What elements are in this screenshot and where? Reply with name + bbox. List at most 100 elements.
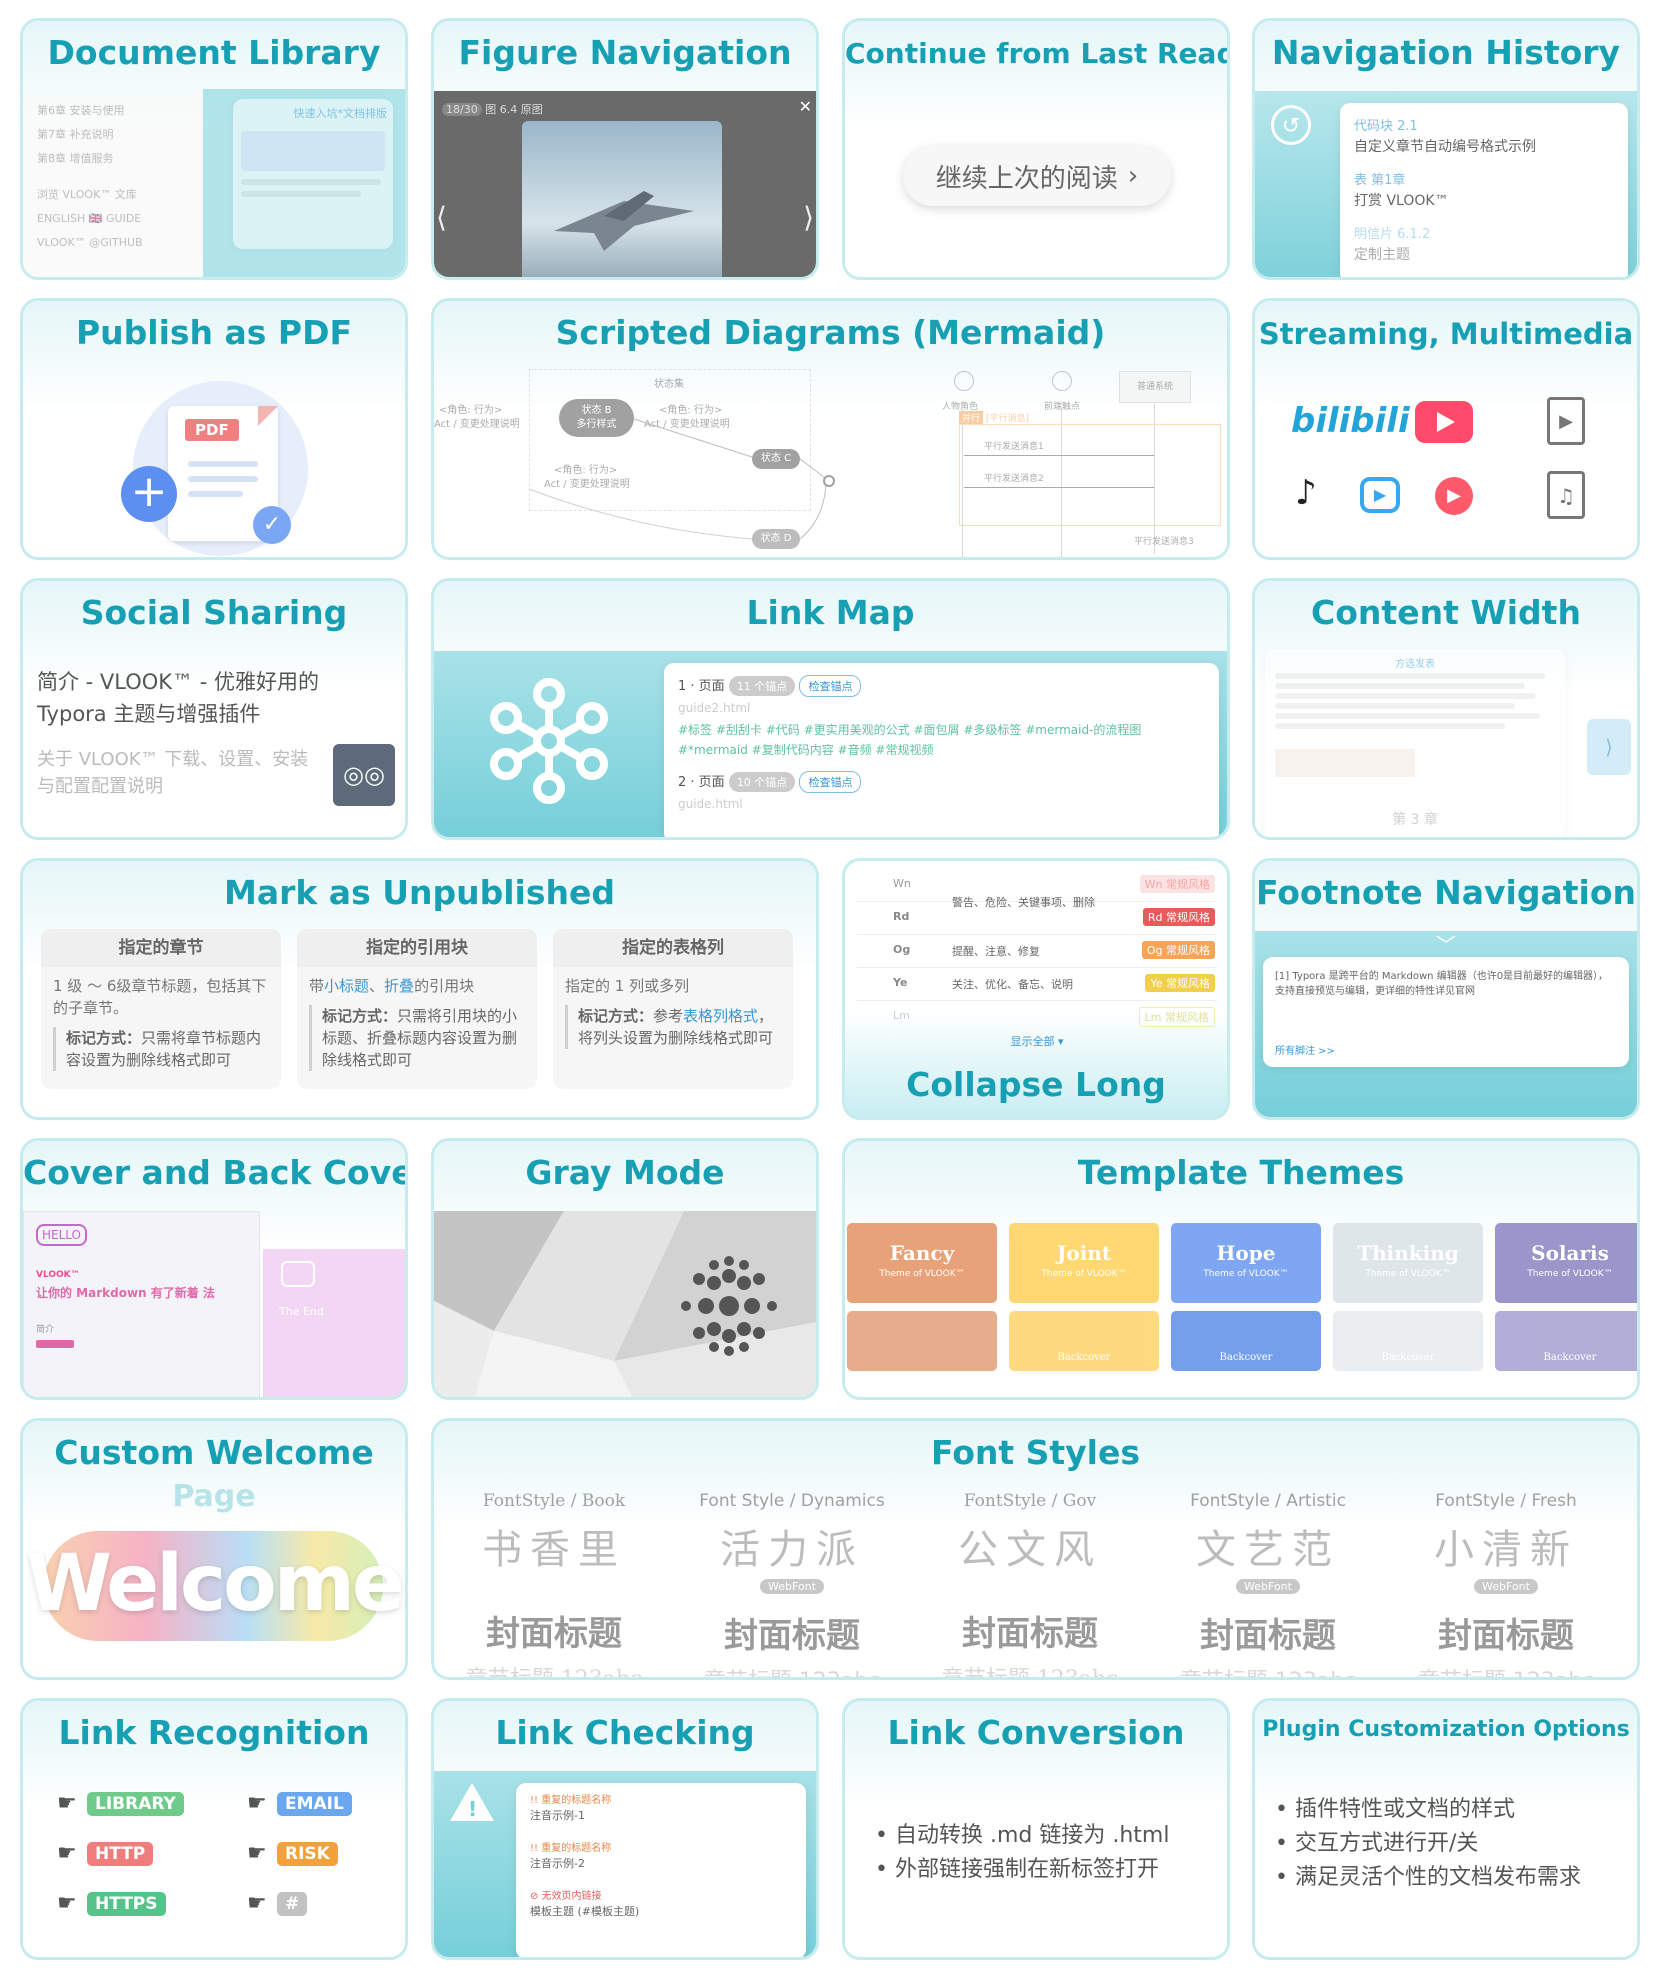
cover-brand: VLOOK™ xyxy=(36,1270,80,1280)
library-link[interactable]: 浏览 VLOOK™ 文库 xyxy=(37,183,143,207)
pointer-icon: ☛ xyxy=(57,1791,77,1816)
show-all-button[interactable]: 显示全部 ▾ xyxy=(857,1033,1217,1049)
font-style-sample: 小清新 xyxy=(1434,1527,1578,1573)
history-panel: 代码块 2.1 自定义章节自动编号格式示例 表 第1章 打赏 VLOOK™ 明信… xyxy=(1340,103,1628,277)
theme-cover[interactable]: Fancy Theme of VLOOK™ xyxy=(847,1223,997,1303)
link-type-badge[interactable]: ☛ HTTPS xyxy=(57,1891,166,1917)
issue-target[interactable]: 注音示例-2 xyxy=(530,1856,792,1871)
check-anchors-button[interactable]: 检查锚点 xyxy=(799,675,862,697)
link-type-badge[interactable]: ☛ # xyxy=(247,1891,308,1917)
cover-title-sample: 封面标题 xyxy=(962,1614,1098,1654)
tag-line[interactable]: #*mermaid #复制代码内容 #音频 #常规视频 xyxy=(678,741,933,758)
card-template-themes: Template Themes Fancy Theme of VLOOK™ Join… xyxy=(842,1138,1640,1400)
width-toggle-button[interactable]: ⟩ xyxy=(1587,719,1631,775)
history-icon[interactable]: ↺ xyxy=(1271,105,1311,145)
parallel-note: [平行消息] xyxy=(986,414,1030,424)
font-style-sample: 公文风 xyxy=(958,1527,1102,1573)
theme-name: Hope xyxy=(1216,1241,1276,1265)
toc-item[interactable]: 第8章 增值服务 xyxy=(37,147,143,171)
back-cover-page: The End xyxy=(263,1249,405,1397)
column-text: 带小标题、折叠的引用块 xyxy=(309,977,475,995)
theme-back-cover[interactable]: Backcover xyxy=(1333,1311,1483,1371)
link-type-badge[interactable]: ☛ EMAIL xyxy=(247,1791,352,1817)
chevron-left-icon[interactable]: ⟨ xyxy=(436,201,447,234)
tag-line[interactable]: #标签 #刮刮卡 #代码 #更实用美观的公式 #面包屑 #多级标签 #merma… xyxy=(678,721,1141,738)
font-style-name: Font Style / Dynamics xyxy=(699,1491,885,1511)
close-icon[interactable]: ✕ xyxy=(799,97,812,116)
actor-label: 前端触点 xyxy=(1044,402,1081,412)
card-title: Scripted Diagrams (Mermaid) xyxy=(555,313,1106,352)
bullet-item: • 外部链接强制在新标签打开 xyxy=(875,1857,1159,1882)
card-streaming: Streaming, Multimedia bilibili ▶ ♪ ▶ ▶ ♫ xyxy=(1252,298,1640,560)
card-title: Mark as Unpublished xyxy=(223,873,615,912)
bilibili-icon: bilibili xyxy=(1291,401,1410,441)
link-type-badge[interactable]: ☛ HTTP xyxy=(57,1841,154,1867)
issue-target[interactable]: 模板主题 (#模板主题) xyxy=(530,1904,792,1919)
card-collapse-long: Wn Wn 常规风格 Rd 警告、危险、关键事项、删除 Rd 常规风格 Og 提… xyxy=(842,858,1230,1120)
github-link[interactable]: VLOOK™ @GITHUB xyxy=(37,231,143,255)
message-label: 平行发送消息2 xyxy=(984,474,1044,484)
collapse-row: Ye 关注、优化、备忘、说明 Ye 常规风格 xyxy=(857,968,1217,1001)
theme-subtitle: Theme of VLOOK™ xyxy=(879,1269,965,1279)
footnote-text: [1] Typora 是跨平台的 Markdown 编辑器（也许0是目前最好的编… xyxy=(1275,971,1609,997)
actor-icon xyxy=(1052,371,1072,391)
bullet-item: • 交互方式进行开/关 xyxy=(1275,1831,1479,1856)
history-item-text[interactable]: 打赏 VLOOK™ xyxy=(1354,191,1614,211)
inline-link[interactable]: 折叠 xyxy=(384,977,414,995)
jet-image xyxy=(554,191,694,251)
card-footnote: Footnote Navigation ﹀ [1] Typora 是跨平台的 M… xyxy=(1252,858,1640,1120)
all-footnotes-link[interactable]: 所有脚注 >> xyxy=(1275,1042,1335,1057)
cover-title-sample: 封面标题 xyxy=(1200,1616,1336,1656)
theme-back-cover[interactable]: Backcover xyxy=(1009,1311,1159,1371)
issue-flag: !! 重复的标题名称 xyxy=(530,1843,612,1854)
card-title: Social Sharing xyxy=(80,593,348,632)
card-navigation-history: Navigation History ↺ 代码块 2.1 自定义章节自动编号格式… xyxy=(1252,18,1640,280)
theme-cover[interactable]: Hope Theme of VLOOK™ xyxy=(1171,1223,1321,1303)
column-quote: 标记方式：只需将章节标题内容设置为删除线格式即可 xyxy=(53,1027,269,1071)
link-type-badge[interactable]: ☛ LIBRARY xyxy=(57,1791,184,1817)
cover-title-sample: 封面标题 xyxy=(486,1614,622,1654)
chevron-right-icon[interactable]: ⟩ xyxy=(803,201,814,234)
issue-target[interactable]: 注音示例-1 xyxy=(530,1808,792,1823)
chevron-down-icon[interactable]: ﹀ xyxy=(1255,929,1637,958)
issue-flag: !! 重复的标题名称 xyxy=(530,1795,612,1806)
theme-name: Thinking xyxy=(1357,1241,1459,1265)
link-type-badge[interactable]: ☛ RISK xyxy=(247,1841,338,1867)
vlook-logo-icon: ◎◎ xyxy=(333,744,395,806)
theme-back-cover[interactable] xyxy=(847,1311,997,1371)
toc-item[interactable]: 第7章 补充说明 xyxy=(37,123,143,147)
theme-subtitle: Theme of VLOOK™ xyxy=(1365,1269,1451,1279)
chapter-label: 第 3 章 xyxy=(1392,812,1438,828)
inline-link[interactable]: 小标题 xyxy=(324,977,369,995)
bullet-item: • 自动转换 .md 链接为 .html xyxy=(875,1823,1170,1848)
unpublished-column: 指定的章节 1 级 ～ 6级章节标题，包括其下的子章节。 标记方式：只需将章节标… xyxy=(41,929,281,1089)
theme-back-cover[interactable]: Backcover xyxy=(1495,1311,1637,1371)
theme-cover[interactable]: Thinking Theme of VLOOK™ xyxy=(1333,1223,1483,1303)
theme-subtitle: Theme of VLOOK™ xyxy=(1203,1269,1289,1279)
theme-cover[interactable]: Solaris Theme of VLOOK™ xyxy=(1495,1223,1637,1303)
card-custom-welcome: Custom Welcome Page Welcome xyxy=(20,1418,408,1680)
content-heading: 方选发表 xyxy=(1395,659,1435,670)
card-title: Gray Mode xyxy=(525,1153,725,1192)
footnote-panel: [1] Typora 是跨平台的 Markdown 编辑器（也许0是目前最好的编… xyxy=(1263,957,1629,1067)
file-name[interactable]: guide2.html xyxy=(678,701,750,715)
history-item-text[interactable]: 定制主题 xyxy=(1354,245,1614,265)
chevron-right-icon: › xyxy=(1127,161,1139,191)
issue-flag: ⊘ 无效页内链接 xyxy=(530,1891,602,1902)
theme-back-cover[interactable]: Backcover xyxy=(1171,1311,1321,1371)
toc-item[interactable]: 第6章 安装与使用 xyxy=(37,99,143,123)
theme-back-label: Backcover xyxy=(1543,1352,1597,1363)
section-title-sample: 章节标题 123abc xyxy=(1406,1663,1606,1677)
inline-link[interactable]: 表格列格式 xyxy=(683,1007,758,1025)
music-app-icon: ▶ xyxy=(1435,477,1473,515)
pdf-badge: PDF xyxy=(185,419,239,441)
check-anchors-button[interactable]: 检查锚点 xyxy=(799,771,862,793)
card-title: Publish as PDF xyxy=(75,313,353,352)
webfont-badge: WebFont xyxy=(1474,1579,1538,1594)
file-name[interactable]: guide.html xyxy=(678,797,743,811)
theme-cover[interactable]: Joint Theme of VLOOK™ xyxy=(1009,1223,1159,1303)
continue-reading-button[interactable]: 继续上次的阅读 › xyxy=(903,146,1171,206)
english-guide-link[interactable]: ENGLISH 🇬🇧 GUIDE xyxy=(37,207,143,231)
history-item-text[interactable]: 自定义章节自动编号格式示例 xyxy=(1354,137,1614,157)
section-title-sample: 章节标题 123abc xyxy=(465,1667,643,1680)
